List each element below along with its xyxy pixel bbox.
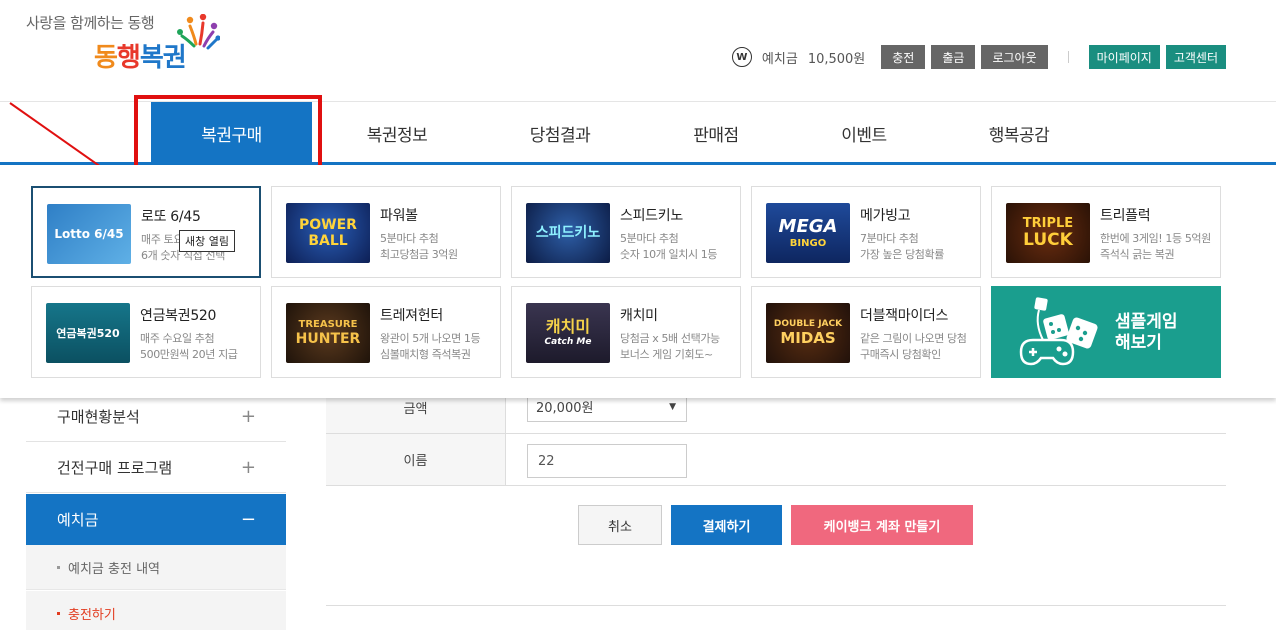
- nav-item-events[interactable]: 이벤트: [794, 102, 934, 164]
- sidebar-item-label: 구매현황분석: [57, 408, 140, 426]
- sidebar-item-purchase-analysis[interactable]: 구매현황분석 +: [26, 392, 286, 442]
- sidebar-sub-charge[interactable]: 충전하기: [26, 591, 286, 630]
- balance-label: 예치금: [761, 51, 798, 67]
- powerball-logo-icon: POWER BALL: [286, 203, 370, 263]
- treasure-hunter-logo-icon: TREASURE HUNTER: [286, 303, 370, 363]
- card-desc: 왕관이 5개 나오면 1등 심볼매치형 즉석복권: [380, 332, 481, 361]
- dropdown-arrow-icon: ▼: [669, 401, 676, 412]
- pay-button[interactable]: 결제하기: [671, 505, 782, 545]
- pension-lottery-logo-icon: 연금복권520: [46, 303, 130, 363]
- nav-item-lottery-info[interactable]: 복권정보: [312, 102, 482, 164]
- logo-wordmark: 동행복권: [94, 43, 187, 73]
- card-desc: 5분마다 추첨 숫자 10개 일치시 1등: [620, 232, 718, 261]
- name-label: 이름: [326, 434, 506, 485]
- card-title: 트레져헌터: [380, 308, 443, 324]
- catchme-logo-icon: 캐치미 Catch Me: [526, 303, 610, 363]
- card-desc: 5분마다 추첨 최고당첨금 3억원: [380, 232, 458, 261]
- card-title: 메가빙고: [860, 208, 911, 224]
- speedkeno-logo-icon: 스피드키노: [526, 203, 610, 263]
- logout-button[interactable]: 로그아웃: [981, 45, 1048, 69]
- logo-burst-icon: [177, 14, 220, 50]
- sidebar-sub-label: 충전하기: [68, 607, 116, 623]
- amount-select-value: 20,000원: [536, 401, 594, 416]
- new-window-tooltip: 새창 열림: [179, 230, 235, 252]
- sample-game-button[interactable]: 샘플게임 해보기: [991, 286, 1221, 378]
- sidebar-item-label: 건전구매 프로그램: [57, 459, 173, 477]
- card-title: 스피드키노: [620, 208, 683, 224]
- sidebar-item-label: 예치금: [57, 511, 99, 529]
- name-input[interactable]: [527, 444, 687, 478]
- nav-item-stores[interactable]: 판매점: [638, 102, 794, 164]
- plus-icon: +: [240, 406, 256, 427]
- cancel-button[interactable]: 취소: [578, 505, 662, 545]
- card-desc: 한번에 3게임! 1등 5억원 즉석식 긁는 복권: [1100, 232, 1211, 261]
- card-title: 트리플럭: [1100, 208, 1151, 224]
- game-card-pension520[interactable]: 연금복권520 연금복권520 매주 수요일 추첨 500만원씩 20년 지급: [31, 286, 261, 378]
- game-card-doublejackmidas[interactable]: DOUBLE JACK MIDAS 더블잭마이더스 같은 그림이 나오면 당첨 …: [751, 286, 981, 378]
- megabingo-logo-icon: MEGA BINGO: [766, 203, 850, 263]
- doublejack-logo-icon: DOUBLE JACK MIDAS: [766, 303, 850, 363]
- game-card-megabingo[interactable]: MEGA BINGO 메가빙고 7분마다 추첨 가장 높은 당첨확률: [751, 186, 981, 278]
- topbar-divider: [1067, 51, 1069, 63]
- bullet-icon: [57, 565, 60, 569]
- game-card-catchme[interactable]: 캐치미 Catch Me 캐치미 당첨금 x 5배 선택가능 보너스 게임 기회…: [511, 286, 741, 378]
- form-row-name: 이름: [326, 434, 1226, 486]
- content-divider: [326, 605, 1226, 606]
- dice-gamepad-icon: [1019, 297, 1098, 366]
- charge-button[interactable]: 충전: [881, 45, 926, 69]
- logo-slogan: 사랑을 함께하는 동행: [26, 14, 155, 32]
- sidebar-sub-deposit-history[interactable]: 예치금 충전 내역: [26, 545, 286, 590]
- lotto-logo-icon: Lotto 6/45: [47, 204, 131, 264]
- card-desc: 매주 수요일 추첨 500만원씩 20년 지급: [140, 332, 238, 361]
- card-desc: 같은 그림이 나오면 당첨 구매즉시 당첨확인: [860, 332, 967, 361]
- balance-won-icon: W: [731, 47, 752, 67]
- game-card-speedkeno[interactable]: 스피드키노 스피드키노 5분마다 추첨 숫자 10개 일치시 1등: [511, 186, 741, 278]
- card-title: 캐치미: [620, 308, 658, 324]
- lottery-mega-menu: Lotto 6/45 로또 6/45 매주 토요일 추첨 6개 숫자 직접 선택…: [0, 165, 1276, 398]
- tripleluck-logo-icon: TRIPLE LUCK: [1006, 203, 1090, 263]
- card-desc: 7분마다 추첨 가장 높은 당첨확률: [860, 232, 944, 261]
- minus-icon: −: [240, 509, 256, 530]
- game-card-treasurehunter[interactable]: TREASURE HUNTER 트레져헌터 왕관이 5개 나오면 1등 심볼매치…: [271, 286, 501, 378]
- mypage-button[interactable]: 마이페이지: [1088, 45, 1160, 69]
- nav-item-buy-lottery[interactable]: 복권구매: [151, 102, 312, 164]
- balance-value: 10,500원: [807, 51, 866, 67]
- card-desc: 당첨금 x 5배 선택가능 보너스 게임 기회도~: [620, 332, 720, 361]
- sidebar-item-deposit[interactable]: 예치금 −: [26, 494, 286, 545]
- plus-icon: +: [240, 457, 256, 478]
- bullet-icon: [57, 611, 60, 615]
- card-title: 연금복권520: [140, 308, 217, 324]
- nav-item-happiness[interactable]: 행복공감: [934, 102, 1104, 164]
- sample-game-label: 샘플게임 해보기: [1115, 312, 1178, 353]
- sidebar-item-healthy-purchase[interactable]: 건전구매 프로그램 +: [26, 443, 286, 493]
- user-topbar: W 예치금 10,500원 충전 출금 로그아웃 마이페이지 고객센터: [731, 45, 1226, 69]
- card-title: 로또 6/45: [141, 209, 201, 225]
- game-card-powerball[interactable]: POWER BALL 파워볼 5분마다 추첨 최고당첨금 3억원: [271, 186, 501, 278]
- kbank-account-button[interactable]: 케이뱅크 계좌 만들기: [791, 505, 973, 545]
- game-card-tripleluck[interactable]: TRIPLE LUCK 트리플럭 한번에 3게임! 1등 5억원 즉석식 긁는 …: [991, 186, 1221, 278]
- game-card-lotto645[interactable]: Lotto 6/45 로또 6/45 매주 토요일 추첨 6개 숫자 직접 선택…: [31, 186, 261, 278]
- site-logo[interactable]: 사랑을 함께하는 동행 동행복권: [26, 12, 226, 82]
- withdraw-button[interactable]: 출금: [931, 45, 976, 69]
- main-nav: 복권구매 복권정보 당첨결과 판매점 이벤트 행복공감: [0, 101, 1276, 164]
- card-title: 더블잭마이더스: [860, 308, 949, 324]
- nav-item-results[interactable]: 당첨결과: [482, 102, 638, 164]
- support-button[interactable]: 고객센터: [1165, 45, 1226, 69]
- card-title: 파워볼: [380, 208, 418, 224]
- sidebar-sub-label: 예치금 충전 내역: [68, 561, 160, 577]
